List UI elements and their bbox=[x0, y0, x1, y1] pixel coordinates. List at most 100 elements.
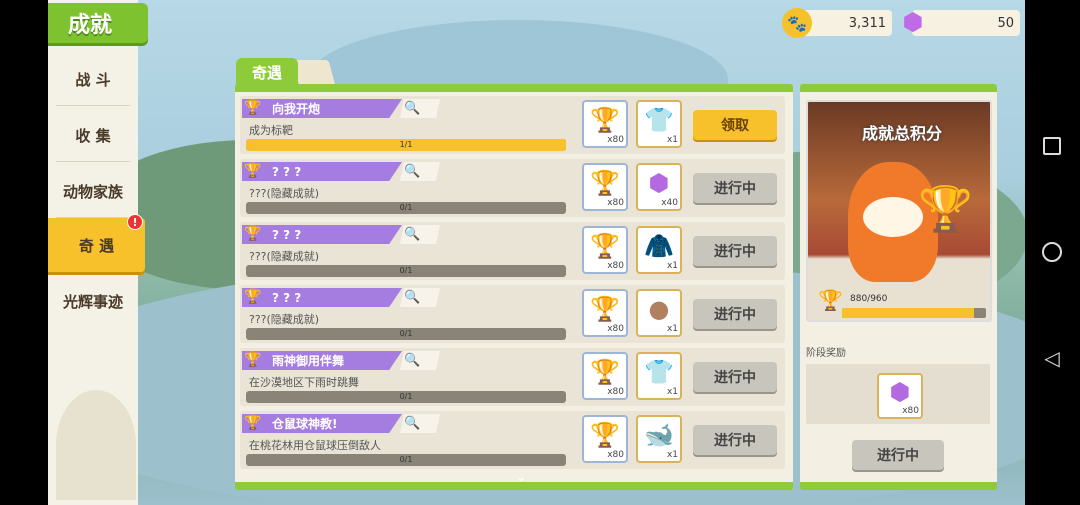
in-progress-button[interactable]: 进行中 bbox=[693, 173, 777, 203]
in-progress-button[interactable]: 进行中 bbox=[693, 299, 777, 329]
search-icon[interactable]: 🔍 bbox=[404, 225, 424, 244]
in-progress-button[interactable]: 进行中 bbox=[693, 362, 777, 392]
trophy-icon: 🏆 bbox=[590, 421, 620, 449]
achievement-title-text: ? ? ? bbox=[272, 164, 302, 179]
paw-icon: 🐾 bbox=[782, 8, 812, 38]
progress-text: 0/1 bbox=[399, 266, 413, 275]
achievement-progress-bar: 0/1 bbox=[246, 265, 566, 277]
reward-qty: x1 bbox=[666, 324, 678, 334]
in-progress-button[interactable]: 进行中 bbox=[693, 425, 777, 455]
trophy-icon: 🏆 bbox=[818, 288, 843, 312]
sidebar-item-label: 动物家族 bbox=[62, 182, 123, 201]
in-progress-button[interactable]: 进行中 bbox=[693, 236, 777, 266]
reward-qty: x1 bbox=[666, 135, 678, 145]
reward-item[interactable]: 🏆 x80 bbox=[582, 352, 628, 400]
achievement-title: ? ? ? bbox=[242, 225, 402, 244]
trophy-icon: 🏆 bbox=[590, 232, 620, 260]
gem-currency-value: 50 bbox=[997, 15, 1014, 31]
jacket-icon: 🧥 bbox=[644, 232, 674, 260]
reward-item[interactable]: 👕 x1 bbox=[636, 100, 682, 148]
trophy-icon: 🏆 bbox=[244, 100, 262, 116]
achievement-desc: 在桃花林用仓鼠球压倒敌人 bbox=[249, 439, 381, 452]
achievement-row: 向我开炮 🏆 🔍 成为标靶 1/1 🏆 x80 👕 x1 领取 bbox=[240, 96, 785, 154]
scroll-down-icon[interactable]: ⌄ bbox=[511, 470, 531, 484]
reward-qty: x80 bbox=[607, 450, 624, 460]
sidebar-item-collection[interactable]: 收 集 bbox=[48, 108, 138, 162]
sidebar-item-label: 收 集 bbox=[75, 126, 111, 145]
sidebar-item-encounter[interactable]: 奇 遇 ! bbox=[48, 214, 145, 272]
score-progress-fill bbox=[842, 308, 974, 318]
sidebar-item-glorious-deeds[interactable]: 光辉事迹 bbox=[48, 274, 138, 328]
gem-icon: ⬢ bbox=[648, 169, 670, 197]
search-icon[interactable]: 🔍 bbox=[404, 288, 424, 307]
claim-button[interactable]: 领取 bbox=[693, 110, 777, 140]
reward-item[interactable]: 🏆 x80 bbox=[582, 226, 628, 274]
reward-qty: x40 bbox=[661, 198, 678, 208]
search-icon[interactable]: 🔍 bbox=[404, 414, 424, 433]
achievement-desc: ???(隐藏成就) bbox=[249, 250, 320, 263]
button-label: 进行中 bbox=[714, 370, 756, 386]
achievement-title-text: ? ? ? bbox=[272, 290, 302, 305]
score-text: 880/960 bbox=[850, 294, 888, 304]
button-label: 进行中 bbox=[714, 181, 756, 197]
sidebar-item-battle[interactable]: 战 斗 bbox=[48, 52, 138, 106]
achievement-progress-bar: 1/1 bbox=[246, 139, 566, 151]
button-label: 领取 bbox=[721, 118, 749, 134]
reward-item[interactable]: 🏆 x80 bbox=[582, 289, 628, 337]
tab-label: 奇遇 bbox=[251, 63, 282, 82]
reward-qty: x80 bbox=[607, 198, 624, 208]
total-score-panel: 🏆 成就总积分 🏆 880/960 阶段奖励 ⬢ x80 进行中 bbox=[800, 84, 997, 490]
trophy-icon: 🏆 bbox=[590, 169, 620, 197]
achievement-row: 仓鼠球神教! 🏆 🔍 在桃花林用仓鼠球压倒敌人 0/1 🏆 x80 🐋 x1 进… bbox=[240, 411, 785, 469]
gem-icon: ⬢ bbox=[902, 8, 924, 36]
achievement-progress-bar: 0/1 bbox=[246, 454, 566, 466]
reward-item[interactable]: 👕 x1 bbox=[636, 352, 682, 400]
stage-reward-item[interactable]: ⬢ x80 bbox=[877, 373, 923, 419]
achievement-desc: 在沙漠地区下雨时跳舞 bbox=[249, 376, 359, 389]
gem-icon: ⬢ bbox=[889, 378, 911, 406]
progress-text: 0/1 bbox=[399, 329, 413, 338]
achievement-row: ? ? ? 🏆 🔍 ???(隐藏成就) 0/1 🏆 x80 ⬢ x40 进行中 bbox=[240, 159, 785, 217]
tab-encounter[interactable]: 奇遇 bbox=[236, 58, 298, 86]
recent-apps-icon[interactable] bbox=[1040, 134, 1064, 158]
achievement-title-text: 仓鼠球神教! bbox=[272, 417, 338, 431]
sidebar-item-label: 光辉事迹 bbox=[62, 292, 123, 311]
achievement-desc: ???(隐藏成就) bbox=[249, 187, 320, 200]
reward-qty: x80 bbox=[607, 387, 624, 397]
search-icon[interactable]: 🔍 bbox=[404, 162, 424, 181]
reward-item[interactable]: 🏆 x80 bbox=[582, 415, 628, 463]
achievement-progress-bar: 0/1 bbox=[246, 328, 566, 340]
achievement-row: ? ? ? 🏆 🔍 ???(隐藏成就) 0/1 🏆 x80 🧥 x1 进行中 bbox=[240, 222, 785, 280]
paw-currency-value: 3,311 bbox=[848, 15, 886, 31]
progress-text: 0/1 bbox=[399, 392, 413, 401]
reward-item[interactable]: 🐋 x1 bbox=[636, 415, 682, 463]
sidebar-item-animal-family[interactable]: 动物家族 bbox=[48, 164, 138, 218]
achievement-row: 雨神御用伴舞 🏆 🔍 在沙漠地区下雨时跳舞 0/1 🏆 x80 👕 x1 进行中 bbox=[240, 348, 785, 406]
poster-title: 成就总积分 bbox=[861, 124, 942, 143]
reward-qty: x80 bbox=[607, 135, 624, 145]
progress-text: 0/1 bbox=[399, 203, 413, 212]
achievement-desc: 成为标靶 bbox=[249, 124, 293, 137]
reward-item[interactable]: 🧥 x1 bbox=[636, 226, 682, 274]
reward-qty: x80 bbox=[607, 324, 624, 334]
sidebar-item-label: 奇 遇 bbox=[78, 236, 115, 255]
reward-item[interactable]: 🏆 x80 bbox=[582, 100, 628, 148]
reward-item[interactable]: ● x1 bbox=[636, 289, 682, 337]
search-icon[interactable]: 🔍 bbox=[404, 351, 424, 370]
trophy-icon: 🏆 bbox=[918, 184, 973, 235]
back-icon[interactable]: ◁ bbox=[1040, 346, 1064, 370]
reward-item[interactable]: 🏆 x80 bbox=[582, 163, 628, 211]
achievement-list-panel: 向我开炮 🏆 🔍 成为标靶 1/1 🏆 x80 👕 x1 领取 ? ? ? 🏆 … bbox=[235, 84, 793, 490]
achievement-title: ? ? ? bbox=[242, 288, 402, 307]
trophy-icon: 🏆 bbox=[590, 106, 620, 134]
score-poster: 🏆 成就总积分 🏆 880/960 bbox=[806, 100, 992, 322]
reward-qty: x1 bbox=[666, 387, 678, 397]
reward-item[interactable]: ⬢ x40 bbox=[636, 163, 682, 211]
progress-text: 1/1 bbox=[399, 140, 413, 149]
home-icon[interactable] bbox=[1040, 240, 1064, 264]
achievement-progress-bar: 0/1 bbox=[246, 202, 566, 214]
trophy-icon: 🏆 bbox=[244, 415, 262, 431]
achievement-title: ? ? ? bbox=[242, 162, 402, 181]
stage-progress-button[interactable]: 进行中 bbox=[852, 440, 944, 470]
search-icon[interactable]: 🔍 bbox=[404, 99, 424, 118]
